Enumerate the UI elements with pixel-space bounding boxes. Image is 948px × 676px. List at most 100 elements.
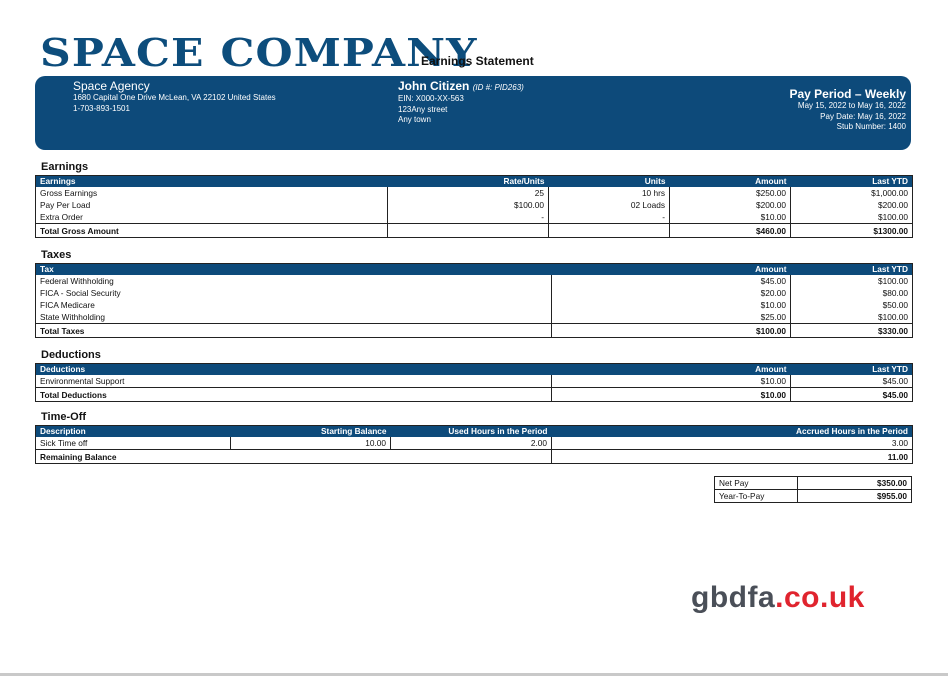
employee-info: John Citizen (ID #: PID263) EIN: X000-XX… <box>398 80 524 126</box>
tax-name: State Withholding <box>40 312 106 322</box>
net-pay-value: $350.00 <box>797 476 912 490</box>
column-header: Amount <box>551 263 791 275</box>
table-header-row: Deductions Amount Last YTD <box>35 363 913 375</box>
total-ytd: $330.00 <box>790 323 913 338</box>
deductions-section-title: Deductions <box>41 349 101 361</box>
table-row: Gross Earnings 25 10 hrs $250.00 $1,000.… <box>36 187 913 199</box>
tax-ytd: $80.00 <box>790 287 913 299</box>
earning-amount: $250.00 <box>669 187 791 199</box>
table-row: Sick Time off 10.00 2.00 3.00 <box>36 437 913 450</box>
deduction-ytd: $45.00 <box>790 375 913 388</box>
table-row: Federal Withholding $45.00 $100.00 <box>36 275 913 287</box>
employee-city: Any town <box>398 115 431 124</box>
employee-street: 123Any street <box>398 104 448 114</box>
table-row: FICA Medicare $10.00 $50.00 <box>36 299 913 311</box>
column-header: Accrued Hours in the Period <box>551 425 913 437</box>
net-pay-label: Net Pay <box>714 476 798 490</box>
table-row: Extra Order - - $10.00 $100.00 <box>36 211 913 224</box>
tax-amount: $45.00 <box>551 275 791 287</box>
employer-name: Space Agency <box>73 79 150 93</box>
header-banner: Space Agency 1680 Capital One Drive McLe… <box>35 76 911 150</box>
timeoff-accrued-hours: 3.00 <box>551 437 913 450</box>
table-header-row: Tax Amount Last YTD <box>35 263 913 275</box>
total-amount: $10.00 <box>551 387 791 402</box>
company-logo: SPACE COMPANY <box>40 30 477 72</box>
total-amount: $100.00 <box>551 323 791 338</box>
column-header: Last YTD <box>790 363 913 375</box>
earning-amount: $200.00 <box>669 199 791 211</box>
column-header: Starting Balance <box>230 425 391 437</box>
tax-name: FICA Medicare <box>40 300 95 310</box>
logo-text: SPACE COMPANY <box>40 30 478 75</box>
column-header: Description <box>35 425 231 437</box>
table-row: Pay Per Load $100.00 02 Loads $200.00 $2… <box>36 199 913 211</box>
column-header: Earnings <box>35 175 388 187</box>
employee-id: (ID #: PID263) <box>472 83 524 92</box>
total-row: Remaining Balance 11.00 <box>35 449 913 464</box>
document-title: Earnings Statement <box>421 54 534 68</box>
column-header: Units <box>548 175 670 187</box>
tax-amount: $20.00 <box>551 287 791 299</box>
timeoff-description: Sick Time off <box>40 438 88 448</box>
deductions-table: Deductions Amount Last YTD Environmental… <box>35 363 913 402</box>
employee-name: John Citizen <box>398 79 470 93</box>
total-ytd: $1300.00 <box>790 223 913 238</box>
timeoff-table: Description Starting Balance Used Hours … <box>35 425 913 464</box>
total-rate <box>387 223 549 238</box>
earning-rate: 25 <box>387 187 549 199</box>
earning-units: 10 hrs <box>548 187 670 199</box>
total-label: Total Gross Amount <box>35 223 388 238</box>
pay-date: Pay Date: May 16, 2022 <box>820 111 906 121</box>
net-pay-summary: Net Pay $350.00 Year-To-Pay $955.00 <box>714 476 912 503</box>
total-amount: $460.00 <box>669 223 791 238</box>
employee-ein: EIN: X000-XX-563 <box>398 94 464 103</box>
tax-amount: $10.00 <box>551 299 791 311</box>
tax-ytd: $100.00 <box>790 275 913 287</box>
timeoff-starting-balance: 10.00 <box>230 437 391 450</box>
total-ytd: $45.00 <box>790 387 913 402</box>
total-units <box>548 223 670 238</box>
employer-address: 1680 Capital One Drive McLean, VA 22102 … <box>73 93 276 102</box>
stub-number: Stub Number: 1400 <box>836 122 906 131</box>
tax-ytd: $50.00 <box>790 299 913 311</box>
taxes-section-title: Taxes <box>41 249 72 261</box>
year-to-pay-row: Year-To-Pay $955.00 <box>714 489 912 503</box>
column-header: Deductions <box>35 363 552 375</box>
column-header: Used Hours in the Period <box>390 425 552 437</box>
tax-name: Federal Withholding <box>40 276 114 286</box>
earning-ytd: $1,000.00 <box>790 187 913 199</box>
year-to-pay-value: $955.00 <box>797 489 912 503</box>
net-pay-row: Net Pay $350.00 <box>714 476 912 490</box>
year-to-pay-label: Year-To-Pay <box>714 489 798 503</box>
total-row: Total Deductions $10.00 $45.00 <box>35 387 913 402</box>
earning-name: Pay Per Load <box>40 200 91 210</box>
earning-ytd: $100.00 <box>790 211 913 224</box>
total-label: Remaining Balance <box>35 449 552 464</box>
pay-period-info: Pay Period – Weekly May 15, 2022 to May … <box>789 88 906 133</box>
deduction-name: Environmental Support <box>40 376 125 386</box>
timeoff-section-title: Time-Off <box>41 411 87 423</box>
column-header: Tax <box>35 263 552 275</box>
employer-info: Space Agency 1680 Capital One Drive McLe… <box>73 80 276 114</box>
table-header-row: Earnings Rate/Units Units Amount Last YT… <box>35 175 913 187</box>
total-row: Total Taxes $100.00 $330.00 <box>35 323 913 338</box>
brand-domain: .co.uk <box>775 581 865 614</box>
earning-rate: - <box>387 211 549 224</box>
timeoff-used-hours: 2.00 <box>390 437 552 450</box>
tax-ytd: $100.00 <box>790 311 913 324</box>
earning-ytd: $200.00 <box>790 199 913 211</box>
pay-period-range: May 15, 2022 to May 16, 2022 <box>797 101 906 110</box>
earnings-section-title: Earnings <box>41 161 89 173</box>
tax-name: FICA - Social Security <box>40 288 121 298</box>
earning-units: 02 Loads <box>548 199 670 211</box>
total-label: Total Taxes <box>35 323 552 338</box>
taxes-table: Tax Amount Last YTD Federal Withholding … <box>35 263 913 338</box>
employee-name-line: John Citizen (ID #: PID263) <box>398 80 524 94</box>
earning-units: - <box>548 211 670 224</box>
total-label: Total Deductions <box>35 387 552 402</box>
employer-phone: 1-703-893-1501 <box>73 103 130 113</box>
table-header-row: Description Starting Balance Used Hours … <box>35 425 913 437</box>
earning-name: Extra Order <box>40 212 83 222</box>
brand-name: gbdfa <box>691 581 776 614</box>
table-row: FICA - Social Security $20.00 $80.00 <box>36 287 913 299</box>
